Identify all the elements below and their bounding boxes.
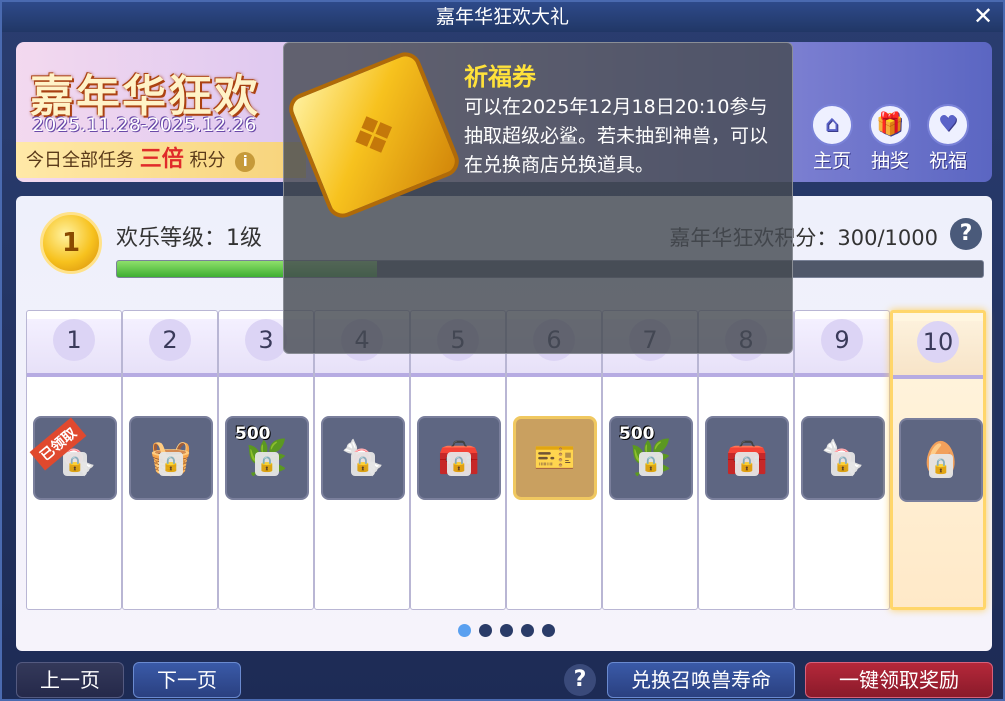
level-column-7: 7🌿500🔒 — [602, 310, 698, 610]
lock-icon: 🔒 — [159, 452, 183, 476]
tooltip-title: 祈福券 — [464, 63, 536, 91]
level-number: 10 — [917, 321, 959, 363]
nav-home-button[interactable]: ⌂ 主页 — [804, 104, 860, 173]
reward-glyph: 🎫 — [533, 438, 577, 478]
chest-icon[interactable]: 🧰🔒 — [705, 416, 789, 500]
strip-prefix: 今日全部任务 — [26, 150, 134, 171]
level-column-9: 9 🍬🔒 — [794, 310, 890, 610]
level-columns: 1🍬🔒已领取2🧺🔒3🌿500🔒4🍬🔒5🧰🔒6🎫7🌿500🔒8🧰🔒9🍬🔒10🥚🔒 — [26, 310, 986, 610]
gift-icon: 🎁 — [869, 104, 911, 146]
candy-icon[interactable]: 🍬🔒 — [801, 416, 885, 500]
food-basket-icon[interactable]: 🧺🔒 — [129, 416, 213, 500]
chest-icon[interactable]: 🧰🔒 — [417, 416, 501, 500]
leaf-bundle-icon[interactable]: 🌿500🔒 — [225, 416, 309, 500]
level-column-5: 5🧰🔒 — [410, 310, 506, 610]
level-column-2: 2 🧺🔒 — [122, 310, 218, 610]
close-button[interactable]: ✕ — [971, 4, 995, 28]
lock-icon: 🔒 — [929, 454, 953, 478]
lock-icon: 🔒 — [351, 452, 375, 476]
window-titlebar: 嘉年华狂欢大礼 ✕ — [2, 2, 1003, 32]
home-icon: ⌂ — [811, 104, 853, 146]
level-number: 9 — [821, 319, 863, 361]
heart-icon: ♥ — [927, 104, 969, 146]
level-column-header: 9 — [795, 319, 889, 377]
tooltip-body: 可以在2025年12月18日20:10参与抽取超级必鲨。若未抽到神兽，可以在兑换… — [464, 96, 769, 176]
lock-icon: 🔒 — [447, 452, 471, 476]
leaf-bundle-icon[interactable]: 🌿500🔒 — [609, 416, 693, 500]
triple-points-strip: 今日全部任务 三倍 积分 i — [16, 142, 306, 178]
level-column-1: 1 🍬🔒已领取 — [26, 310, 122, 610]
page-dot[interactable] — [542, 624, 555, 637]
exchange-lifespan-button[interactable]: 兑换召唤兽寿命 — [607, 662, 795, 698]
window-title: 嘉年华狂欢大礼 — [435, 6, 569, 28]
carnival-window: 嘉年华狂欢大礼 ✕ 嘉年华狂欢 2025.11.28-2025.12.26 今日… — [0, 0, 1005, 701]
level-coin: 1 — [40, 212, 102, 274]
info-icon[interactable]: i — [235, 152, 256, 172]
lock-icon: 🔒 — [255, 452, 279, 476]
candy-icon[interactable]: 🍬🔒 — [321, 416, 405, 500]
level-column-3: 3🌿500🔒 — [218, 310, 314, 610]
prev-page-button[interactable]: 上一页 — [16, 662, 124, 698]
next-page-button[interactable]: 下一页 — [133, 662, 241, 698]
item-tooltip: ❖ 祈福券 可以在2025年12月18日20:10参与抽取超级必鲨。若未抽到神兽… — [283, 42, 793, 354]
page-dot[interactable] — [458, 624, 471, 637]
reward-quantity: 500 — [235, 424, 271, 444]
nav-blessing-button[interactable]: ♥ 祝福 — [920, 104, 976, 173]
lock-icon: 🔒 — [735, 452, 759, 476]
nav-blessing-label: 祝福 — [928, 150, 967, 172]
level-column-10: 10 🥚🔒 — [890, 310, 986, 610]
claim-all-button[interactable]: 一键领取奖励 — [805, 662, 993, 698]
page-dot[interactable] — [500, 624, 513, 637]
page-dot[interactable] — [521, 624, 534, 637]
page-indicator — [458, 624, 555, 637]
level-number: 1 — [53, 319, 95, 361]
egg-icon[interactable]: 🥚🔒 — [899, 418, 983, 502]
strip-suffix: 积分 — [189, 150, 226, 171]
reward-quantity: 500 — [619, 424, 655, 444]
level-label: 欢乐等级：1级 — [116, 226, 262, 251]
level-column-header: 2 — [123, 319, 217, 377]
level-column-header: 1 — [27, 319, 121, 377]
page-dot[interactable] — [479, 624, 492, 637]
blessing-ticket-icon[interactable]: 🎫 — [513, 416, 597, 500]
level-number: 2 — [149, 319, 191, 361]
level-column-8: 8🧰🔒 — [698, 310, 794, 610]
lock-icon: 🔒 — [63, 452, 87, 476]
candy-icon[interactable]: 🍬🔒已领取 — [29, 416, 117, 500]
nav-lottery-button[interactable]: 🎁 抽奖 — [862, 104, 918, 173]
level-number: 3 — [245, 319, 287, 361]
lock-icon: 🔒 — [831, 452, 855, 476]
level-column-4: 4🍬🔒 — [314, 310, 410, 610]
strip-highlight: 三倍 — [139, 147, 184, 172]
ticket-icon: ❖ — [284, 47, 464, 223]
nav-home-label: 主页 — [812, 150, 851, 172]
banner-date-range: 2025.11.28-2025.12.26 — [32, 114, 257, 136]
points-help-icon[interactable]: ? — [950, 218, 982, 250]
level-column-6: 6🎫 — [506, 310, 602, 610]
bottom-help-icon[interactable]: ? — [564, 664, 596, 696]
lock-icon: 🔒 — [639, 452, 663, 476]
nav-lottery-label: 抽奖 — [870, 150, 909, 172]
level-column-header: 10 — [893, 321, 983, 379]
